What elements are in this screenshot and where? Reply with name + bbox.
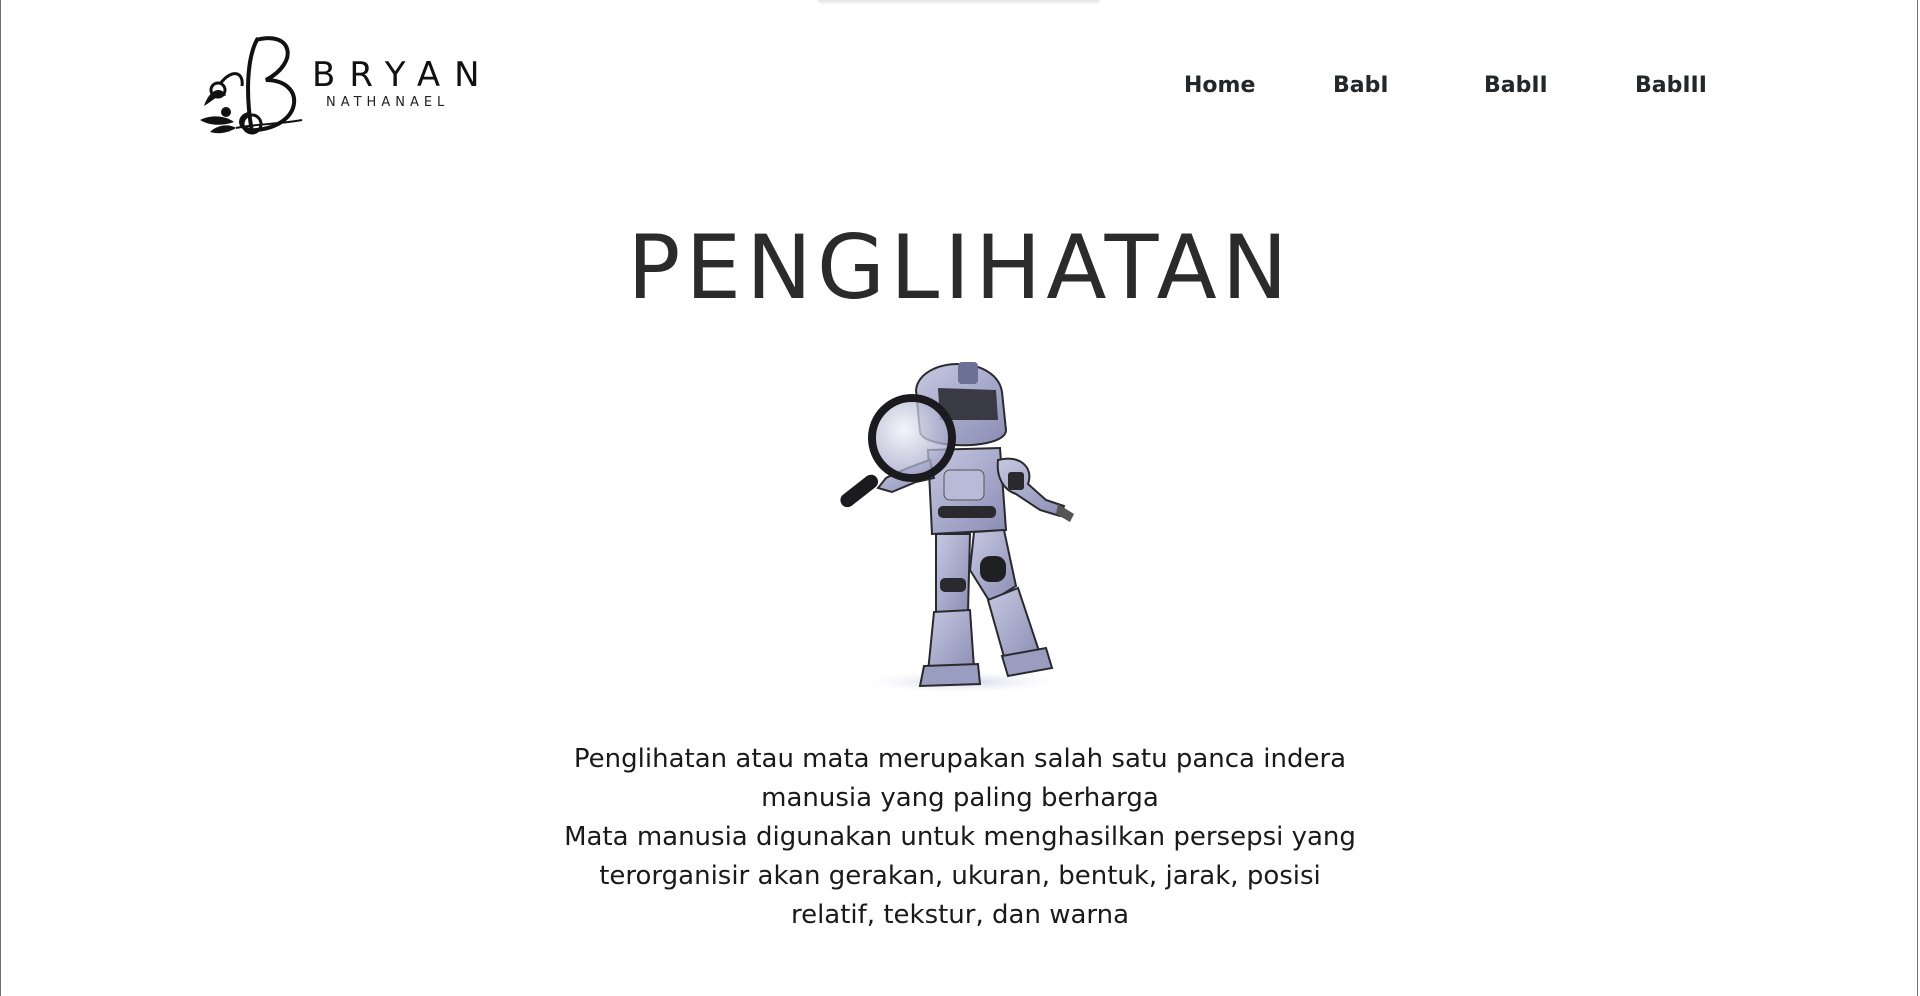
description-text: Penglihatan atau mata merupakan salah sa…: [560, 740, 1360, 935]
page-title: PENGLIHATAN: [627, 216, 1293, 319]
nav-link-bab3[interactable]: BabIII: [1635, 70, 1707, 102]
main-nav: Home BabI BabII BabIII: [0, 70, 1920, 102]
robot-magnifier-icon: [840, 362, 1074, 694]
site-header: BRYAN NATHANAEL Home BabI BabII BabIII: [0, 0, 1920, 150]
nav-link-home[interactable]: Home: [1184, 70, 1255, 102]
nav-link-bab2[interactable]: BabII: [1484, 70, 1548, 102]
description-paragraph: Penglihatan atau mata merupakan salah sa…: [573, 744, 1347, 813]
description-paragraph: Mata manusia digunakan untuk menghasilka…: [564, 822, 1356, 930]
nav-link-bab1[interactable]: BabI: [1333, 70, 1389, 102]
